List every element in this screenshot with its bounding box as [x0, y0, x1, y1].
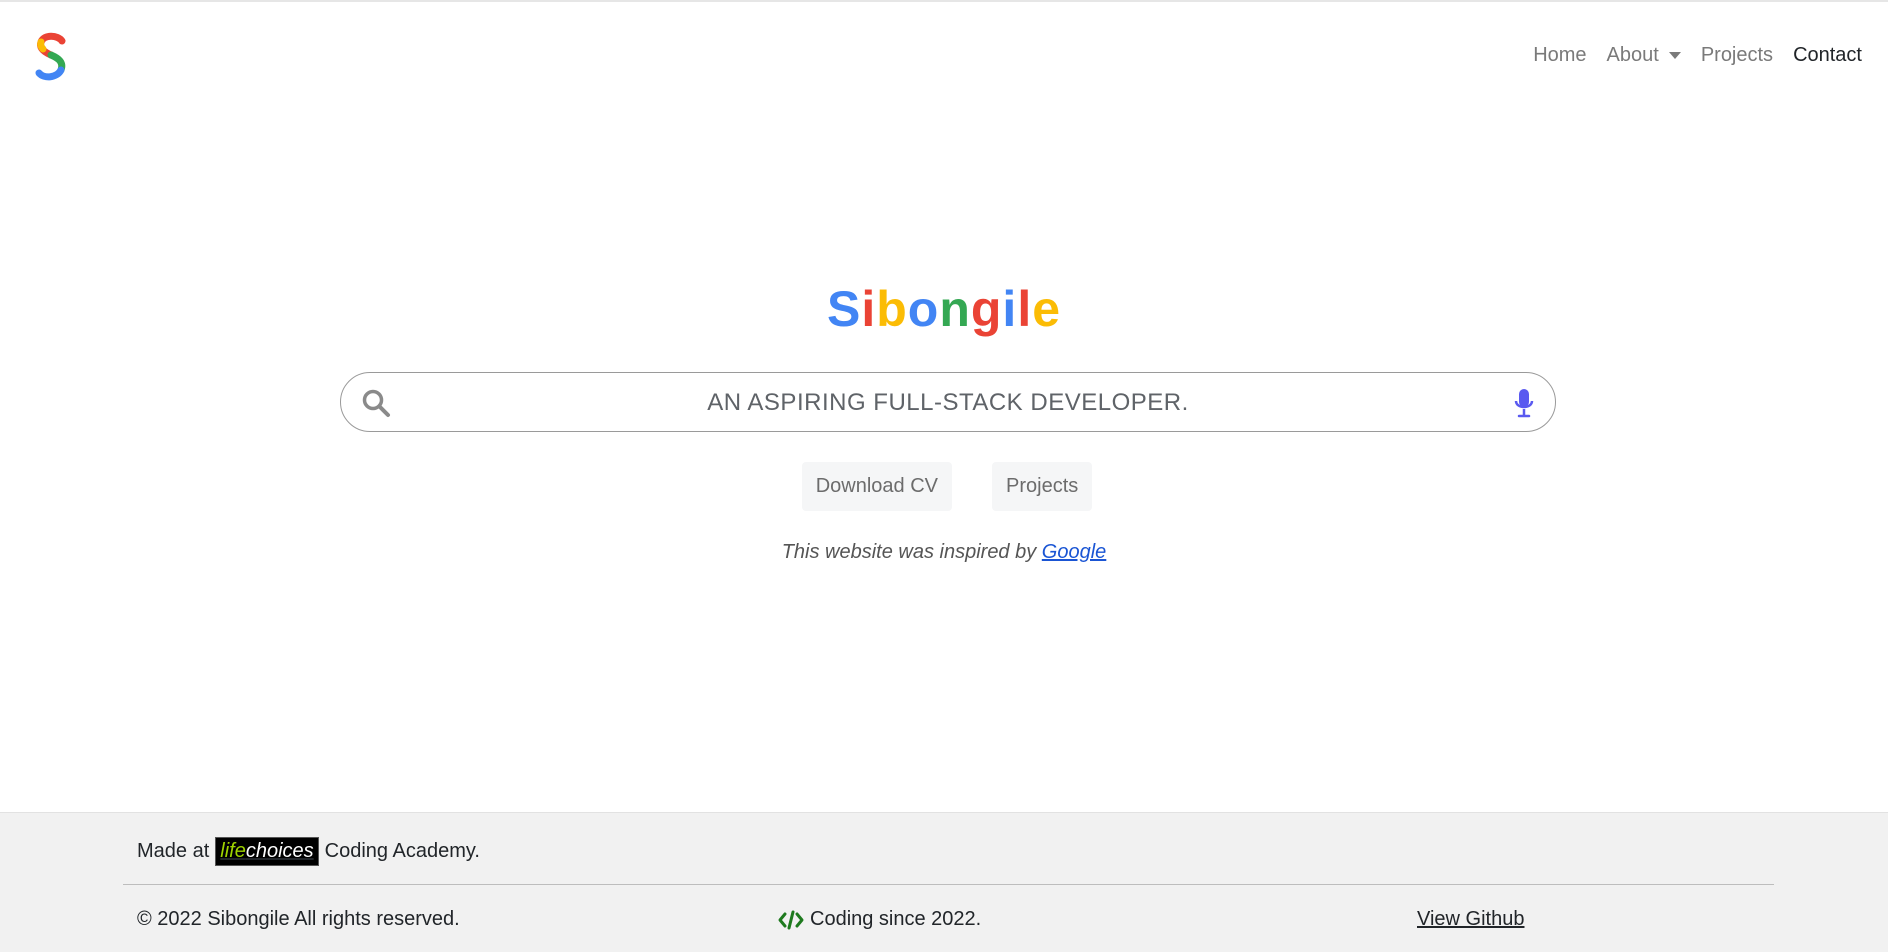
title-letter: l [1017, 281, 1033, 337]
footer-divider [123, 884, 1774, 885]
navbar: Home About Projects Contact [0, 2, 1888, 112]
lc-choices-text: choices [245, 840, 314, 862]
inspired-prefix: This website was inspired by [781, 541, 1042, 563]
colorful-s-logo-icon[interactable] [34, 32, 68, 82]
made-suffix-text: Coding Academy. [324, 840, 480, 862]
title-letter: e [1032, 281, 1062, 337]
microphone-icon[interactable] [1513, 387, 1535, 419]
caret-down-icon [1668, 52, 1681, 59]
title-letter: b [876, 281, 908, 337]
google-link[interactable]: Google [1042, 541, 1107, 563]
title-letter: i [1002, 281, 1018, 337]
hero-title: Sibongile [0, 280, 1888, 338]
projects-button[interactable]: Projects [992, 462, 1093, 511]
copyright-text: © 2022 Sibongile All rights reserved. [137, 908, 460, 930]
nav-link-about-dropdown[interactable]: About [1597, 44, 1691, 67]
search-box[interactable]: AN ASPIRING FULL-STACK DEVELOPER. [340, 372, 1556, 432]
title-letter: i [861, 281, 877, 337]
made-at-text: Made at [137, 840, 210, 862]
title-letter: o [907, 281, 940, 337]
nav-link-home[interactable]: Home [1523, 44, 1596, 67]
title-letter: g [970, 281, 1003, 337]
lifechoices-logo-link[interactable]: lifechoices [215, 837, 319, 866]
coding-since: Coding since 2022. [778, 908, 981, 931]
footer-made-at: Made at lifechoices Coding Academy. [137, 837, 480, 866]
inspired-note: This website was inspired by Google [0, 541, 1888, 564]
coding-since-text: Coding since 2022. [810, 908, 982, 930]
title-letter: S [826, 281, 862, 337]
view-github-link[interactable]: View Github [1417, 908, 1524, 931]
hero-buttons: Download CV Projects [0, 462, 1888, 511]
lc-life-text: life [220, 840, 246, 862]
nav-link-about-label: About [1606, 44, 1659, 66]
nav-links: Home About Projects Contact [1523, 44, 1872, 67]
nav-link-projects[interactable]: Projects [1691, 44, 1783, 67]
download-cv-button[interactable]: Download CV [801, 462, 953, 511]
nav-link-contact[interactable]: Contact [1783, 44, 1872, 67]
title-letter: n [939, 281, 971, 337]
page: Home About Projects Contact Sibongile AN… [0, 0, 1888, 952]
search-text: AN ASPIRING FULL-STACK DEVELOPER. [707, 389, 1189, 416]
code-icon [778, 910, 804, 929]
footer: Made at lifechoices Coding Academy. © 20… [0, 812, 1888, 952]
